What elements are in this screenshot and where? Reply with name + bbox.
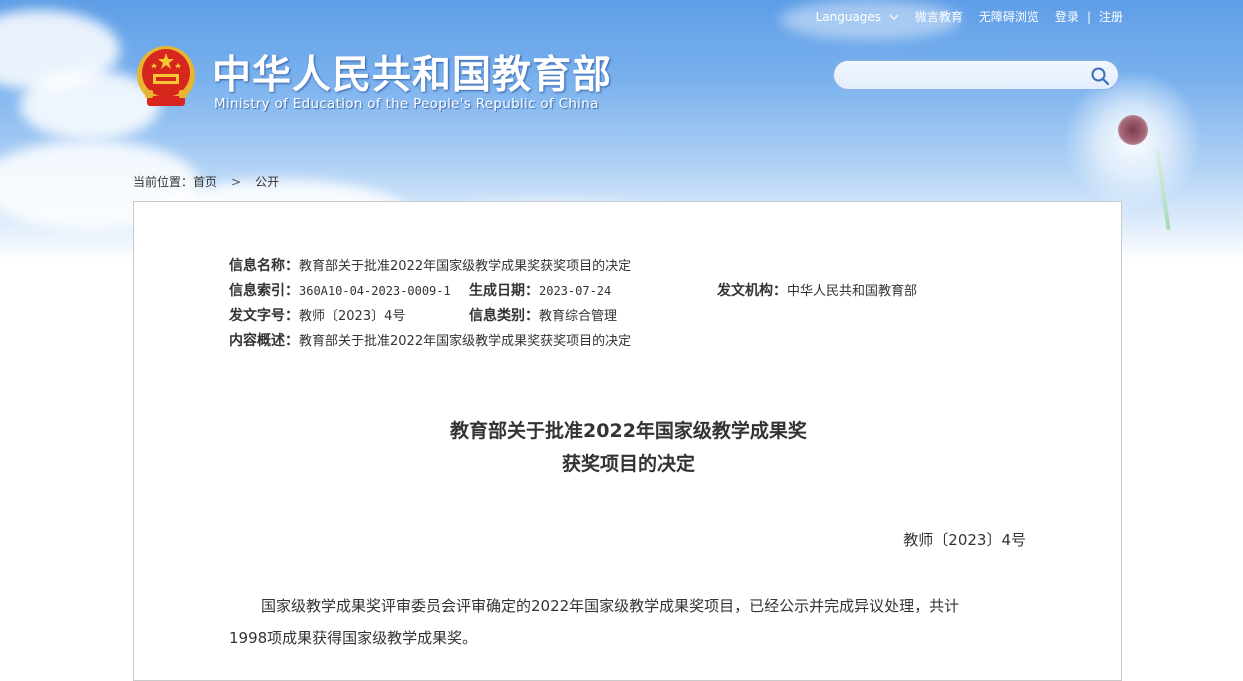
- weiyan-education-link[interactable]: 微言教育: [915, 8, 963, 25]
- breadcrumb-home-link[interactable]: 首页: [193, 173, 217, 190]
- login-link[interactable]: 登录: [1055, 8, 1079, 25]
- info-index-value: 360A10-04-2023-0009-1: [299, 284, 451, 298]
- search-input[interactable]: [846, 66, 1090, 86]
- info-org-value: 中华人民共和国教育部: [787, 284, 918, 299]
- chevron-down-icon: [889, 14, 899, 20]
- info-summary-value: 教育部关于批准2022年国家级教学成果奖获奖项目的决定: [299, 334, 632, 349]
- search-box: [833, 60, 1119, 90]
- breadcrumb-separator: >: [231, 174, 242, 189]
- site-subtitle: Ministry of Education of the People's Re…: [214, 96, 599, 112]
- paragraph-line: 国家级教学成果奖评审委员会评审确定的2022年国家级教学成果奖项目，已经公示并完…: [261, 597, 960, 615]
- info-name-value: 教育部关于批准2022年国家级教学成果奖获奖项目的决定: [299, 259, 632, 274]
- info-date-value: 2023-07-24: [539, 284, 612, 298]
- info-org-label: 发文机构：: [717, 283, 787, 299]
- national-emblem-icon: [137, 46, 195, 106]
- document-title-line1: 教育部关于批准2022年国家级教学成果奖: [450, 420, 807, 442]
- info-name-label: 信息名称：: [229, 258, 299, 274]
- info-docno-label: 发文字号：: [229, 308, 299, 324]
- document-number: 教师〔2023〕4号: [903, 531, 1026, 549]
- top-nav: Languages 微言教育 无障碍浏览 登录 | 注册: [816, 8, 1123, 25]
- nav-divider: |: [1086, 9, 1091, 24]
- info-category-label: 信息类别：: [469, 308, 539, 324]
- site-title: 中华人民共和国教育部: [212, 53, 613, 98]
- breadcrumb-current-link[interactable]: 公开: [255, 173, 279, 190]
- info-category-value: 教育综合管理: [539, 309, 618, 324]
- document-body: 国家级教学成果奖评审委员会评审确定的2022年国家级教学成果奖项目，已经公示并完…: [229, 590, 1029, 654]
- search-icon[interactable]: [1090, 66, 1110, 86]
- document-title-line2: 获奖项目的决定: [561, 453, 695, 475]
- info-date-label: 生成日期：: [469, 283, 539, 299]
- register-link[interactable]: 注册: [1099, 8, 1123, 25]
- accessible-browse-link[interactable]: 无障碍浏览: [979, 8, 1039, 25]
- languages-menu[interactable]: Languages: [816, 10, 899, 24]
- breadcrumb: 当前位置： 首页 > 公开: [133, 173, 279, 190]
- info-summary-label: 内容概述：: [229, 333, 299, 349]
- paragraph-line: 1998项成果获得国家级教学成果奖。: [229, 629, 478, 647]
- content-panel: 信息名称：教育部关于批准2022年国家级教学成果奖获奖项目的决定 信息索引：36…: [133, 201, 1122, 681]
- breadcrumb-prefix: 当前位置：: [133, 175, 194, 189]
- info-docno-value: 教师〔2023〕4号: [299, 309, 406, 324]
- info-index-label: 信息索引：: [229, 283, 299, 299]
